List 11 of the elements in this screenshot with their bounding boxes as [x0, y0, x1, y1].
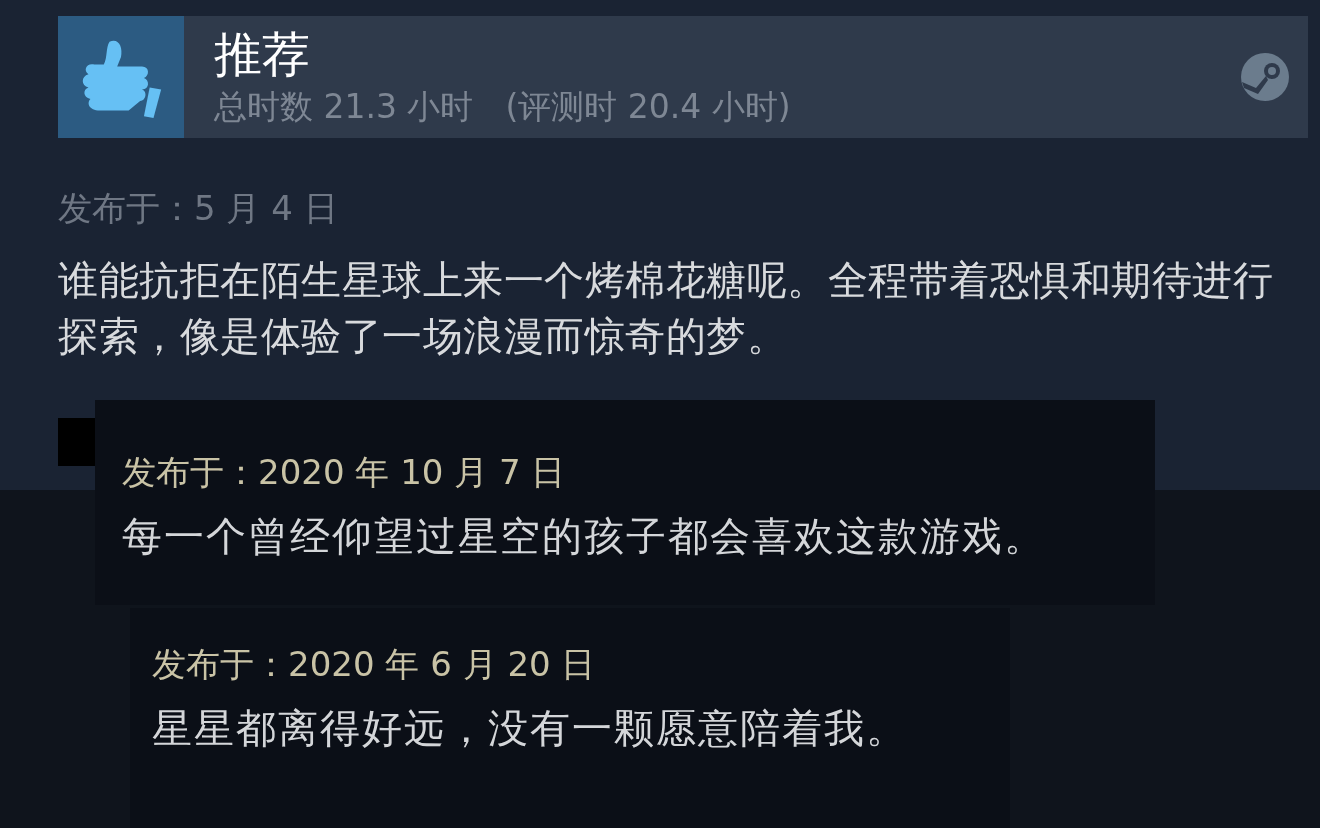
posted-date: 发布于：2020 年 10 月 7 日 [122, 451, 567, 494]
posted-date: 发布于：2020 年 6 月 20 日 [152, 643, 597, 686]
review-text: 每一个曾经仰望过星空的孩子都会喜欢这款游戏。 [122, 512, 1047, 561]
posted-date: 发布于：5 月 4 日 [58, 187, 339, 230]
total-playtime: 总时数 21.3 小时 [214, 85, 474, 128]
steam-logo-icon [1240, 52, 1290, 102]
playtime-at-review: (评测时 20.4 小时) [505, 85, 791, 128]
review-verdict: 推荐 [214, 24, 311, 83]
review-text: 星星都离得好远，没有一颗愿意陪着我。 [152, 704, 909, 753]
redaction-block [58, 418, 98, 466]
review-text: 谁能抗拒在陌生星球上来一个烤棉花糖呢。全程带着恐惧和期待进行探索，像是体验了一场浪漫而惊奇的梦。 [58, 256, 1274, 361]
